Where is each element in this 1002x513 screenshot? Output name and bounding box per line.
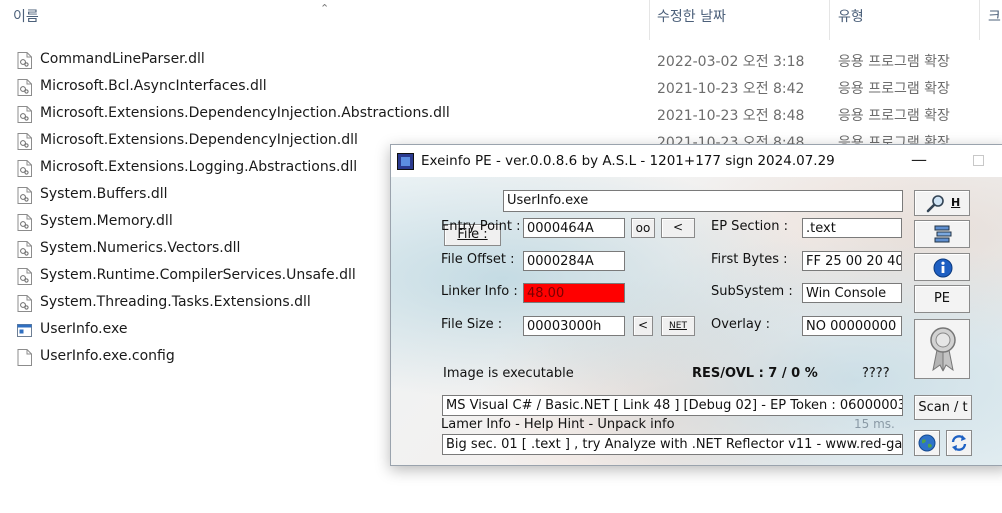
file-offset-label: File Offset : <box>441 252 515 267</box>
file-name: System.Memory.dll <box>40 213 173 229</box>
dll-file-icon <box>17 268 32 285</box>
file-name: System.Threading.Tasks.Extensions.dll <box>40 294 311 310</box>
rosette-icon <box>930 327 956 372</box>
subsystem-field[interactable]: Win Console <box>802 283 902 303</box>
overlay-label: Overlay : <box>711 317 771 332</box>
plugins-button[interactable] <box>914 220 970 248</box>
file-name: CommandLineParser.dll <box>40 51 205 67</box>
file-name: System.Runtime.CompilerServices.Unsafe.d… <box>40 267 356 283</box>
pe-button[interactable]: PE <box>914 285 970 313</box>
info-icon <box>933 258 953 278</box>
refresh-icon <box>951 435 967 451</box>
file-type: 응용 프로그램 확장 <box>838 81 950 97</box>
lamer-info-link[interactable]: Lamer Info - Help Hint - Unpack info <box>441 417 675 432</box>
web-button[interactable] <box>914 430 940 456</box>
first-bytes-label: First Bytes : <box>711 252 788 267</box>
file-name: Microsoft.Extensions.Logging.Abstraction… <box>40 159 358 175</box>
file-date: 2021-10-23 오전 8:42 <box>657 81 805 97</box>
entry-point-label: Entry Point : <box>441 219 521 234</box>
file-name: System.Numerics.Vectors.dll <box>40 240 241 256</box>
timing-text: 15 ms. <box>854 417 895 431</box>
detection-field[interactable]: MS Visual C# / Basic.NET [ Link 48 ] [De… <box>442 395 903 416</box>
dll-file-icon <box>17 241 32 258</box>
rip-button[interactable] <box>914 319 970 379</box>
column-divider[interactable] <box>979 0 980 40</box>
file-row[interactable]: Microsoft.Bcl.AsyncInterfaces.dll 2021-1… <box>0 74 1002 101</box>
overlay-field[interactable]: NO 00000000 <box>802 316 902 336</box>
column-divider[interactable] <box>649 0 650 40</box>
title-bar[interactable]: Exeinfo PE - ver.0.0.8.6 by A.S.L - 1201… <box>391 145 1002 177</box>
column-header-modified[interactable]: 수정한 날짜 <box>657 6 726 26</box>
file-name: Microsoft.Extensions.DependencyInjection… <box>40 105 450 121</box>
column-header-type[interactable]: 유형 <box>838 6 864 26</box>
minimize-icon[interactable]: — <box>911 150 927 169</box>
linker-info-label: Linker Info : <box>441 284 518 299</box>
file-offset-field[interactable]: 0000284A <box>523 251 625 271</box>
linker-info-field[interactable]: 48.00 <box>523 283 625 303</box>
exeinfo-app-icon <box>397 153 414 170</box>
res-ovl-text: RES/OVL : 7 / 0 % <box>692 366 818 381</box>
window-title: Exeinfo PE - ver.0.0.8.6 by A.S.L - 1201… <box>421 153 835 169</box>
sort-ascending-icon: ⌃ <box>320 2 330 15</box>
exeinfo-panel: File : UserInfo.exe H Entry Point : 0000… <box>391 177 1002 465</box>
file-size-label: File Size : <box>441 317 503 332</box>
image-status-text: Image is executable <box>443 366 574 381</box>
scan-button[interactable]: Scan / t <box>914 395 972 420</box>
dll-file-icon <box>17 133 32 150</box>
dll-file-icon <box>17 214 32 231</box>
file-row[interactable]: CommandLineParser.dll 2022-03-02 오전 3:18… <box>0 47 1002 74</box>
size-back-button[interactable]: < <box>633 316 653 336</box>
hint-field[interactable]: Big sec. 01 [ .text ] , try Analyze with… <box>442 434 903 455</box>
back-button[interactable]: < <box>661 218 695 238</box>
dll-file-icon <box>17 52 32 69</box>
unknown-marker: ???? <box>862 366 890 381</box>
dll-file-icon <box>17 79 32 96</box>
ep-section-field[interactable]: .text <box>802 218 902 238</box>
dll-file-icon <box>17 187 32 204</box>
dll-file-icon <box>17 160 32 177</box>
dll-file-icon <box>17 106 32 123</box>
file-name: UserInfo.exe.config <box>40 348 175 364</box>
exeinfo-window: Exeinfo PE - ver.0.0.8.6 by A.S.L - 1201… <box>390 144 1002 466</box>
file-name: Microsoft.Bcl.AsyncInterfaces.dll <box>40 78 267 94</box>
file-size-field[interactable]: 00003000h <box>523 316 625 336</box>
column-divider[interactable] <box>829 0 830 40</box>
oo-button[interactable]: oo <box>631 218 655 238</box>
entry-point-field[interactable]: 0000464A <box>523 218 625 238</box>
file-date: 2022-03-02 오전 3:18 <box>657 54 805 70</box>
file-type: 응용 프로그램 확장 <box>838 54 950 70</box>
ep-section-label: EP Section : <box>711 219 788 234</box>
config-file-icon <box>17 349 32 366</box>
file-date: 2021-10-23 오전 8:48 <box>657 108 805 124</box>
file-name: UserInfo.exe <box>40 321 128 337</box>
globe-icon <box>918 434 936 452</box>
file-path-field[interactable]: UserInfo.exe <box>503 190 903 212</box>
first-bytes-field[interactable]: FF 25 00 20 40 <box>802 251 902 271</box>
plugins-icon <box>934 225 952 243</box>
file-name: System.Buffers.dll <box>40 186 168 202</box>
file-name: Microsoft.Extensions.DependencyInjection… <box>40 132 358 148</box>
info-button[interactable] <box>914 253 970 281</box>
column-header-name[interactable]: 이름 <box>13 6 39 26</box>
column-header-size[interactable]: 크 <box>988 6 1001 26</box>
magnifier-icon <box>926 195 944 213</box>
net-button[interactable]: NET <box>661 316 695 336</box>
exe-file-icon <box>17 324 32 337</box>
search-button[interactable]: H <box>914 190 970 216</box>
dll-file-icon <box>17 295 32 312</box>
file-type: 응용 프로그램 확장 <box>838 108 950 124</box>
hotkey-label: H <box>951 196 961 209</box>
refresh-button[interactable] <box>946 430 972 456</box>
subsystem-label: SubSystem : <box>711 284 793 299</box>
maximize-icon[interactable] <box>973 155 984 166</box>
file-row[interactable]: Microsoft.Extensions.DependencyInjection… <box>0 101 1002 128</box>
